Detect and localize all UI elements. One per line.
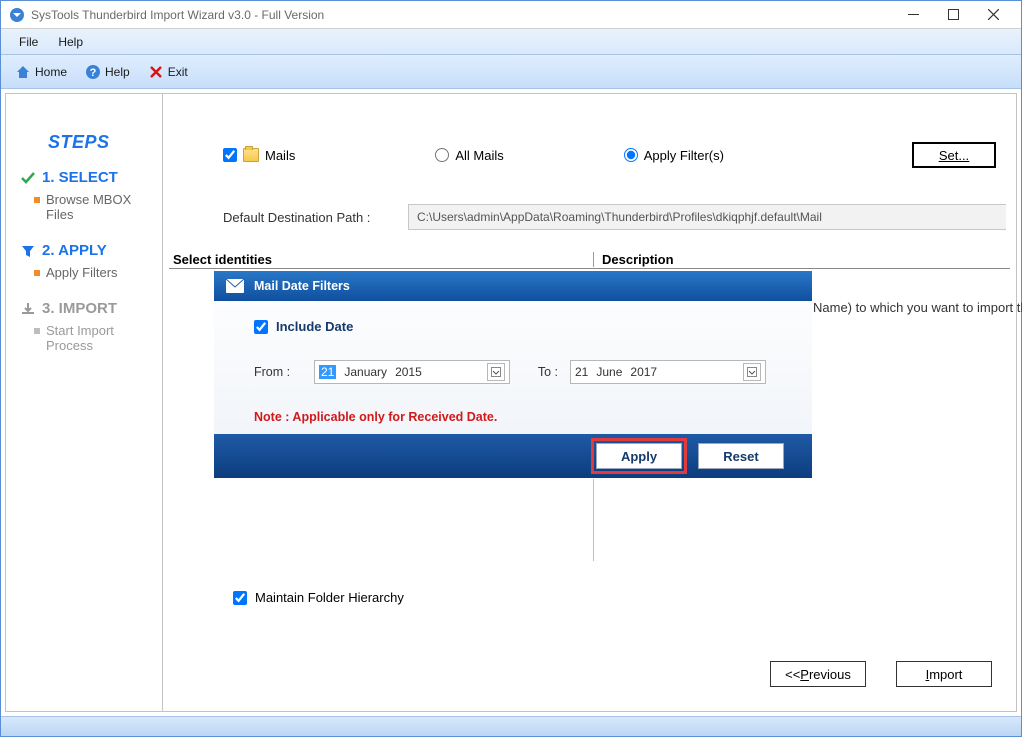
check-icon: [20, 170, 36, 186]
from-day[interactable]: 21: [319, 365, 336, 379]
menubar: File Help: [1, 29, 1021, 55]
date-range-row: From : 21 January 2015 To : 21 June 2017: [254, 360, 782, 384]
import-button[interactable]: Import: [896, 661, 992, 687]
to-month[interactable]: June: [596, 365, 622, 379]
from-dropdown-icon[interactable]: [487, 363, 505, 381]
mails-checkbox[interactable]: [223, 148, 237, 162]
options-row: Mails All Mails Apply Filter(s) Set...: [223, 142, 996, 168]
toolbar: Home ? Help Exit: [1, 55, 1021, 89]
step-1-sub[interactable]: Browse MBOX Files: [20, 188, 152, 236]
toolbar-home-label: Home: [35, 65, 67, 79]
toolbar-exit[interactable]: Exit: [140, 61, 196, 83]
step-1: 1. SELECT Browse MBOX Files: [20, 167, 152, 236]
to-date-picker[interactable]: 21 June 2017: [570, 360, 766, 384]
maintain-hierarchy-group[interactable]: Maintain Folder Hierarchy: [233, 590, 404, 605]
from-month[interactable]: January: [344, 365, 387, 379]
app-icon: [9, 7, 25, 23]
workspace: STEPS 1. SELECT Browse MBOX Files 2. APP…: [5, 93, 1017, 712]
step-3: 3. IMPORT Start Import Process: [20, 298, 152, 367]
bullet-icon: [34, 270, 40, 276]
toolbar-home[interactable]: Home: [7, 61, 75, 83]
window-title: SysTools Thunderbird Import Wizard v3.0 …: [31, 8, 893, 22]
maintain-hierarchy-checkbox[interactable]: [233, 591, 247, 605]
dialog-footer: Apply Reset: [214, 434, 812, 478]
include-date-checkbox[interactable]: [254, 320, 268, 334]
minimize-button[interactable]: [893, 1, 933, 29]
dialog-titlebar: Mail Date Filters: [214, 271, 812, 301]
to-label: To :: [522, 365, 558, 379]
step-1-head[interactable]: 1. SELECT: [20, 167, 152, 188]
dialog-title: Mail Date Filters: [254, 279, 350, 293]
maintain-hierarchy-label: Maintain Folder Hierarchy: [255, 590, 404, 605]
filter-icon: [20, 243, 36, 259]
maximize-button[interactable]: [933, 1, 973, 29]
all-mails-label: All Mails: [455, 148, 503, 163]
step-2-label: 2. APPLY: [42, 242, 107, 259]
destination-path: C:\Users\admin\AppData\Roaming\Thunderbi…: [408, 204, 1006, 230]
main-panel: Mails All Mails Apply Filter(s) Set... D…: [163, 94, 1016, 711]
menu-file[interactable]: File: [9, 31, 48, 53]
mail-icon: [226, 279, 244, 293]
help-icon: ?: [85, 64, 101, 80]
menu-help[interactable]: Help: [48, 31, 93, 53]
all-mails-radio-group[interactable]: All Mails: [435, 148, 503, 163]
apply-filters-radio[interactable]: [624, 148, 638, 162]
apply-button[interactable]: Apply: [596, 443, 682, 469]
bullet-icon: [34, 197, 40, 203]
folder-icon: [243, 148, 259, 162]
svg-text:?: ?: [90, 67, 97, 79]
section-headers: Select identities Description: [163, 252, 1016, 267]
step-3-label: 3. IMPORT: [42, 300, 117, 317]
steps-title: STEPS: [20, 132, 152, 153]
bullet-icon: [34, 328, 40, 334]
header-divider: [169, 268, 1010, 269]
to-dropdown-icon[interactable]: [743, 363, 761, 381]
from-date-picker[interactable]: 21 January 2015: [314, 360, 510, 384]
toolbar-exit-label: Exit: [168, 65, 188, 79]
exit-icon: [148, 64, 164, 80]
close-button[interactable]: [973, 1, 1013, 29]
mails-checkbox-group[interactable]: Mails: [223, 148, 295, 163]
reset-button[interactable]: Reset: [698, 443, 784, 469]
step-2-sub[interactable]: Apply Filters: [20, 261, 152, 294]
set-button[interactable]: Set...: [912, 142, 996, 168]
from-year[interactable]: 2015: [395, 365, 422, 379]
from-label: From :: [254, 365, 302, 379]
wizard-nav: <<Previous Import: [770, 661, 992, 687]
titlebar: SysTools Thunderbird Import Wizard v3.0 …: [1, 1, 1021, 29]
include-date-label: Include Date: [276, 319, 353, 334]
destination-row: Default Destination Path : C:\Users\admi…: [223, 204, 1006, 230]
description-header: Description: [593, 252, 674, 267]
toolbar-help-label: Help: [105, 65, 130, 79]
import-icon: [20, 301, 36, 317]
include-date-group[interactable]: Include Date: [254, 319, 782, 334]
step-1-sub-label: Browse MBOX Files: [46, 192, 152, 222]
mail-date-filters-dialog: Mail Date Filters Include Date From : 21…: [213, 270, 813, 479]
step-3-sub-label: Start Import Process: [46, 323, 152, 353]
toolbar-help[interactable]: ? Help: [77, 61, 138, 83]
step-3-sub[interactable]: Start Import Process: [20, 319, 152, 367]
note-text: Note : Applicable only for Received Date…: [254, 410, 782, 424]
apply-filters-radio-group[interactable]: Apply Filter(s): [624, 148, 724, 163]
identities-header: Select identities: [163, 252, 593, 267]
mails-label: Mails: [265, 148, 295, 163]
description-text: Name) to which you want to import the Mb…: [813, 300, 1016, 315]
step-2-head[interactable]: 2. APPLY: [20, 240, 152, 261]
home-icon: [15, 64, 31, 80]
to-day[interactable]: 21: [575, 365, 588, 379]
previous-button[interactable]: <<Previous: [770, 661, 866, 687]
step-1-label: 1. SELECT: [42, 169, 118, 186]
to-year[interactable]: 2017: [630, 365, 657, 379]
dialog-body: Include Date From : 21 January 2015 To :…: [214, 301, 812, 434]
apply-filters-label: Apply Filter(s): [644, 148, 724, 163]
steps-sidebar: STEPS 1. SELECT Browse MBOX Files 2. APP…: [6, 94, 163, 711]
all-mails-radio[interactable]: [435, 148, 449, 162]
statusbar: [1, 716, 1021, 736]
step-2: 2. APPLY Apply Filters: [20, 240, 152, 294]
destination-label: Default Destination Path :: [223, 210, 398, 225]
step-2-sub-label: Apply Filters: [46, 265, 118, 280]
step-3-head[interactable]: 3. IMPORT: [20, 298, 152, 319]
